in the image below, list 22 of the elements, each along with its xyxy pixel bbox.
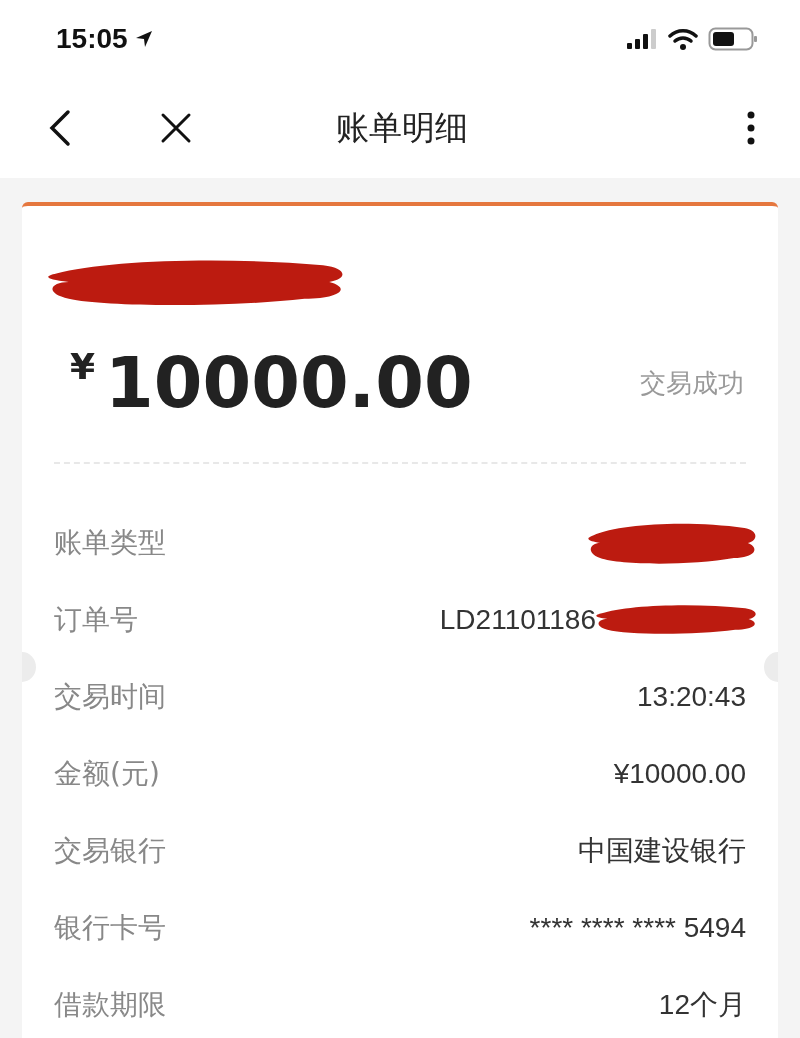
detail-value: ¥10000.00 bbox=[613, 757, 746, 790]
battery-icon bbox=[708, 27, 758, 51]
detail-label: 交易时间 bbox=[54, 678, 166, 715]
detail-value: LD21101186 bbox=[439, 603, 596, 636]
detail-label: 订单号 bbox=[54, 601, 138, 638]
amount: 10000.00 bbox=[105, 342, 473, 424]
wifi-icon bbox=[668, 28, 698, 50]
page-title: 账单明细 bbox=[336, 106, 468, 149]
currency-sign: ¥ bbox=[70, 346, 96, 387]
detail-value: 中国建设银行 bbox=[578, 833, 746, 868]
detail-label: 借款期限 bbox=[54, 986, 166, 1023]
status-time: 15:05 bbox=[56, 23, 128, 55]
more-icon[interactable] bbox=[746, 111, 756, 145]
detail-label: 金额(元) bbox=[54, 755, 160, 792]
transaction-status: 交易成功 bbox=[640, 366, 744, 400]
detail-label: 账单类型 bbox=[54, 524, 166, 561]
detail-label: 银行卡号 bbox=[54, 909, 166, 946]
detail-value: 12个月 bbox=[658, 987, 746, 1022]
detail-value: **** **** **** 5494 bbox=[529, 911, 746, 944]
detail-label: 交易银行 bbox=[54, 832, 166, 869]
signal-icon bbox=[626, 28, 658, 50]
detail-value: 13:20:43 bbox=[637, 680, 746, 713]
